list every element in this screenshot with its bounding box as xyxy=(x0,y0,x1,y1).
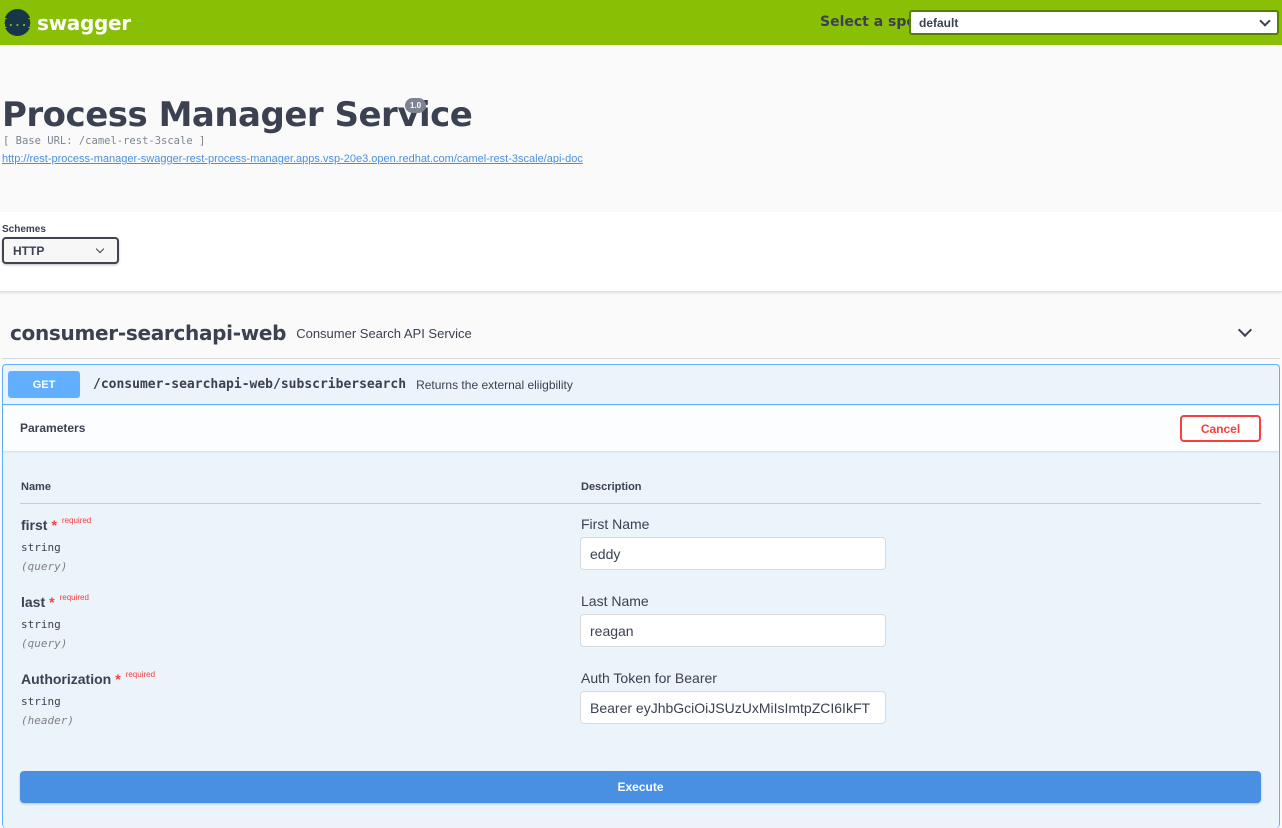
method-badge: GET xyxy=(8,371,80,398)
schemes-select[interactable]: HTTP xyxy=(2,237,119,264)
swagger-logo-text: swagger xyxy=(37,10,131,35)
required-label: required xyxy=(59,593,89,602)
table-divider xyxy=(20,503,1261,504)
spec-select[interactable]: default xyxy=(909,10,1279,35)
schemes-section: Schemes HTTP xyxy=(0,212,1282,292)
tag-name: consumer-searchapi-web xyxy=(10,321,287,345)
api-doc-link[interactable]: http://rest-process-manager-swagger-rest… xyxy=(2,153,583,165)
column-header-name: Name xyxy=(21,481,51,493)
param-description: Auth Token for Bearer xyxy=(581,670,717,686)
parameters-header: Parameters Cancel xyxy=(3,406,1279,451)
operation-block: GET /consumer-searchapi-web/subscriberse… xyxy=(2,364,1280,828)
schemes-select-value: HTTP xyxy=(13,243,45,258)
param-type: string xyxy=(21,541,61,554)
param-name-authorization: Authorization * required xyxy=(21,670,156,687)
swagger-logo[interactable]: {...} swagger xyxy=(1,9,131,36)
required-star: * xyxy=(51,517,57,533)
tag-header[interactable]: consumer-searchapi-web Consumer Search A… xyxy=(2,308,1280,359)
param-type: string xyxy=(21,618,61,631)
required-label: required xyxy=(125,670,156,679)
spec-select-value: default xyxy=(919,15,959,30)
chevron-down-icon xyxy=(1259,14,1271,27)
param-name-text: Authorization xyxy=(21,671,112,687)
param-location: (query) xyxy=(21,560,68,573)
chevron-down-icon xyxy=(95,244,105,253)
authorization-input[interactable] xyxy=(580,691,886,724)
first-name-input[interactable] xyxy=(580,537,886,570)
parameters-title: Parameters xyxy=(20,421,86,435)
operation-description: Returns the external eliigbility xyxy=(416,377,573,392)
page-title: Process Manager Service xyxy=(2,95,473,135)
param-location: (header) xyxy=(21,714,74,727)
info-section: Process Manager Service 1.0 [ Base URL: … xyxy=(0,45,1282,212)
param-description: First Name xyxy=(581,516,650,532)
param-location: (query) xyxy=(21,637,68,650)
param-name-text: last xyxy=(21,594,46,610)
topbar: {...} swagger Select a spec default xyxy=(0,0,1282,45)
last-name-input[interactable] xyxy=(580,614,886,647)
required-label: required xyxy=(61,516,92,525)
param-name-text: first xyxy=(21,517,48,533)
execute-button[interactable]: Execute xyxy=(20,771,1261,803)
column-header-description: Description xyxy=(581,481,642,493)
chevron-down-icon[interactable] xyxy=(1237,322,1253,338)
version-badge: 1.0 xyxy=(405,98,427,113)
tag-description: Consumer Search API Service xyxy=(296,325,472,341)
required-star: * xyxy=(115,671,121,687)
param-description: Last Name xyxy=(581,593,649,609)
param-name-last: last * required xyxy=(21,593,89,610)
param-name-first: first * required xyxy=(21,516,92,533)
operation-summary[interactable]: GET /consumer-searchapi-web/subscriberse… xyxy=(3,365,1279,405)
cancel-button[interactable]: Cancel xyxy=(1180,415,1261,442)
swagger-logo-icon: {...} xyxy=(1,9,34,36)
required-star: * xyxy=(49,594,55,610)
base-url: [ Base URL: /camel-rest-3scale ] xyxy=(3,135,206,147)
schemes-label: Schemes xyxy=(2,224,46,235)
operation-path: /consumer-searchapi-web/subscribersearch xyxy=(93,377,407,392)
param-type: string xyxy=(21,695,61,708)
